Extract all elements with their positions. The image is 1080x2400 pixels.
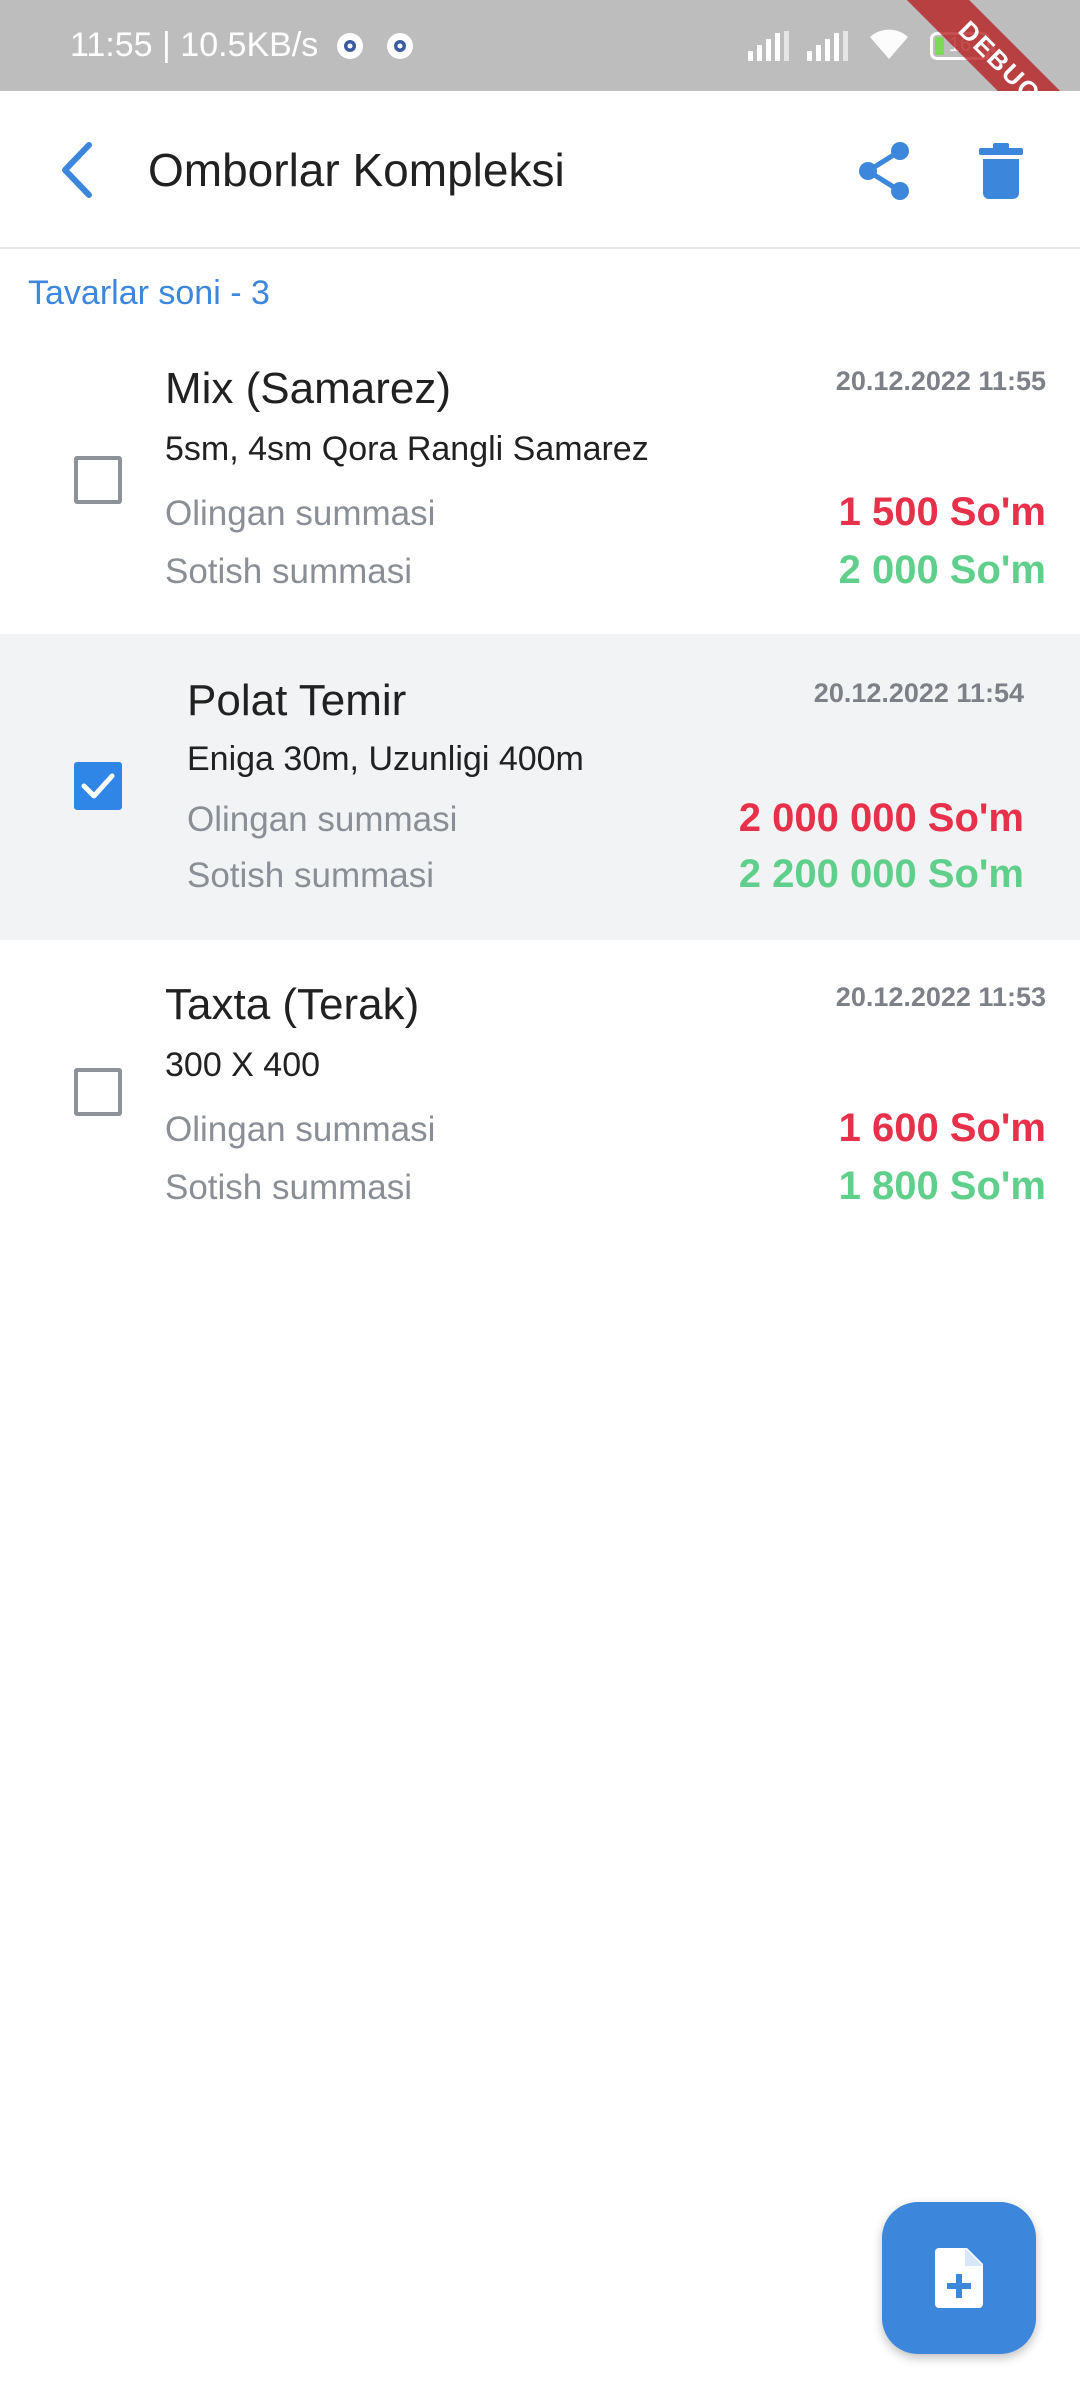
trash-icon [979, 143, 1023, 199]
delete-button[interactable] [965, 135, 1037, 207]
buy-price-label: Olingan summasi [165, 494, 436, 533]
signal-icon [748, 30, 789, 61]
list-item[interactable]: Taxta (Terak) 20.12.2022 11:53 300 X 400… [0, 956, 1080, 1248]
buy-price-label: Olingan summasi [187, 800, 458, 839]
sell-price: 2 000 So'm [838, 548, 1046, 592]
item-description: 5sm, 4sm Qora Rangli Samarez [165, 430, 649, 468]
app-notification-icon [382, 28, 418, 64]
item-description: 300 X 400 [165, 1046, 321, 1084]
add-document-icon [935, 2248, 983, 2308]
share-icon [859, 142, 909, 200]
sell-price-label: Sotish summasi [165, 552, 413, 591]
app-bar: Omborlar Kompleksi [0, 91, 1080, 249]
signal-icon [807, 30, 848, 61]
items-count-label: Tavarlar soni - 3 [28, 274, 270, 312]
page-title: Omborlar Kompleksi [148, 144, 565, 196]
list-item[interactable]: Mix (Samarez) 20.12.2022 11:55 5sm, 4sm … [0, 340, 1080, 632]
arrow-back-icon [62, 142, 92, 198]
item-checkbox-checked[interactable] [74, 762, 122, 810]
wifi-icon [866, 25, 912, 66]
item-checkbox[interactable] [74, 456, 122, 504]
item-name: Mix (Samarez) [165, 364, 452, 413]
item-name: Taxta (Terak) [165, 980, 420, 1029]
status-left: 11:55 | 10.5KB/s [70, 0, 418, 91]
app-notification-icon [332, 28, 368, 64]
item-date: 20.12.2022 11:55 [835, 366, 1046, 396]
sell-price: 2 200 000 So'm [738, 852, 1024, 896]
item-date: 20.12.2022 11:54 [813, 678, 1024, 708]
sell-price-label: Sotish summasi [187, 856, 435, 895]
list-item-selected[interactable]: Polat Temir 20.12.2022 11:54 Eniga 30m, … [0, 634, 1080, 940]
status-bar: 11:55 | 10.5KB/s 16 DEBUG [0, 0, 1080, 184]
item-date: 20.12.2022 11:53 [835, 982, 1046, 1012]
buy-price: 2 000 000 So'm [738, 796, 1024, 840]
sell-price-label: Sotish summasi [165, 1168, 413, 1207]
buy-price-label: Olingan summasi [165, 1110, 436, 1149]
buy-price: 1 500 So'm [838, 490, 1046, 534]
check-icon [81, 773, 115, 799]
buy-price: 1 600 So'm [838, 1106, 1046, 1150]
item-checkbox[interactable] [74, 1068, 122, 1116]
share-button[interactable] [848, 135, 920, 207]
back-button[interactable] [42, 135, 112, 205]
sell-price: 1 800 So'm [838, 1164, 1046, 1208]
add-item-fab[interactable] [882, 2202, 1036, 2354]
item-description: Eniga 30m, Uzunligi 400m [187, 740, 584, 778]
status-time: 11:55 | 10.5KB/s [70, 26, 319, 64]
item-name: Polat Temir [187, 676, 407, 725]
